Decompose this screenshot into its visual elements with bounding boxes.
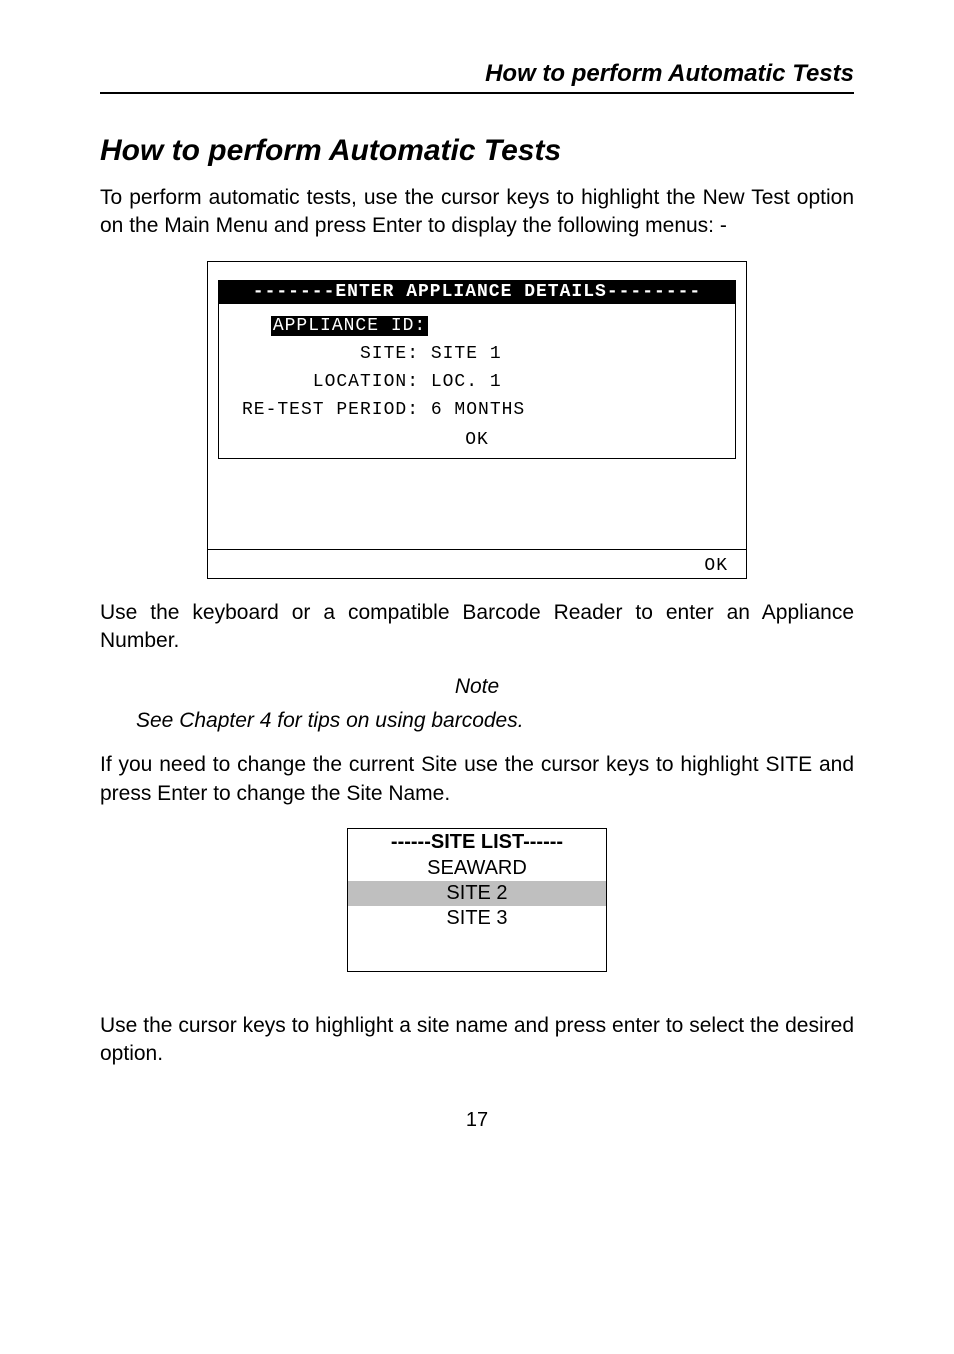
lcd-row-appliance-id: APPLIANCE ID:: [229, 312, 725, 340]
site-list-title: ------SITE LIST------: [348, 829, 606, 856]
section-title: How to perform Automatic Tests: [100, 134, 854, 168]
paragraph-intro: To perform automatic tests, use the curs…: [100, 184, 854, 241]
retest-label: RE-TEST PERIOD:: [229, 400, 419, 420]
site-list-box: ------SITE LIST------ SEAWARD SITE 2 SIT…: [347, 828, 607, 972]
retest-value[interactable]: 6 MONTHS: [431, 400, 525, 420]
appliance-id-label: APPLIANCE ID:: [271, 316, 428, 336]
site-label: SITE:: [229, 344, 419, 364]
lcd-inner-panel: APPLIANCE ID: SITE: SITE 1 LOCATION: LOC…: [218, 304, 736, 459]
paragraph-keyboard-barcode: Use the keyboard or a compatible Barcode…: [100, 599, 854, 656]
site-value[interactable]: SITE 1: [431, 344, 502, 364]
page-number: 17: [100, 1109, 854, 1132]
paragraph-change-site: If you need to change the current Site u…: [100, 751, 854, 808]
note-label: Note: [100, 675, 854, 699]
lcd-row-site: SITE: SITE 1: [229, 340, 725, 368]
appliance-details-screen: -------ENTER APPLIANCE DETAILS-------- A…: [207, 261, 747, 579]
lcd-row-retest: RE-TEST PERIOD: 6 MONTHS: [229, 396, 725, 424]
page-header: How to perform Automatic Tests: [100, 60, 854, 94]
note-text: See Chapter 4 for tips on using barcodes…: [100, 709, 854, 733]
lcd-ok-outer[interactable]: OK: [208, 549, 746, 578]
site-list-item-site3[interactable]: SITE 3: [348, 906, 606, 931]
lcd-row-location: LOCATION: LOC. 1: [229, 368, 725, 396]
location-value[interactable]: LOC. 1: [431, 372, 502, 392]
site-list-item-seaward[interactable]: SEAWARD: [348, 856, 606, 881]
paragraph-select-site: Use the cursor keys to highlight a site …: [100, 1012, 854, 1069]
lcd-ok-inner[interactable]: OK: [229, 424, 725, 454]
lcd-title-bar: -------ENTER APPLIANCE DETAILS--------: [218, 280, 736, 304]
site-list-empty-space: [348, 931, 606, 971]
site-list-item-site2[interactable]: SITE 2: [348, 881, 606, 906]
location-label: LOCATION:: [229, 372, 419, 392]
